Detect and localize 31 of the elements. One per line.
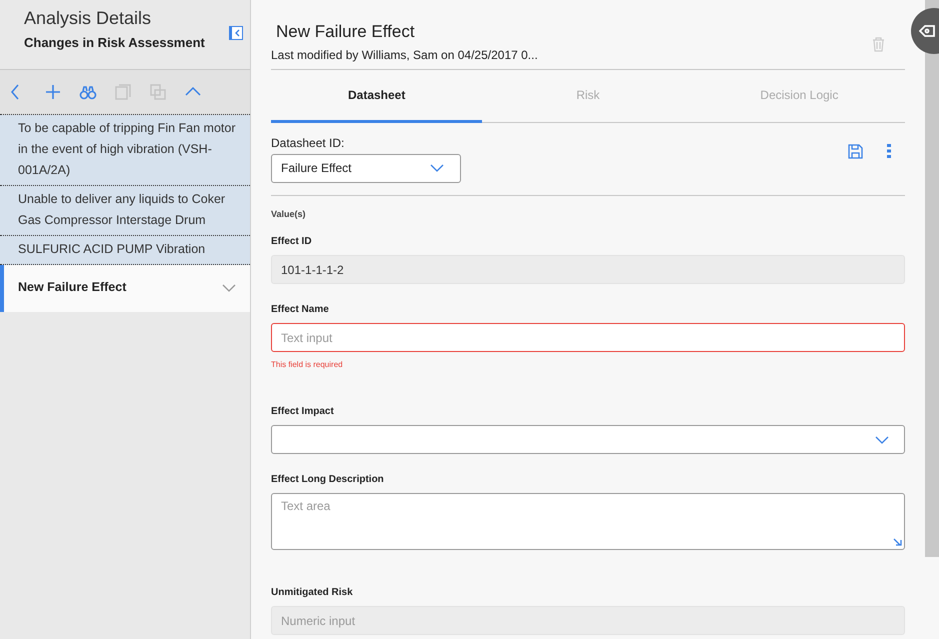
list-item[interactable]: Unable to deliver any liquids to Coker Gas Compressor Interstage Drum [0, 186, 250, 236]
datasheet-dropdown[interactable]: Failure Effect [271, 154, 461, 182]
field-label: Unmitigated Risk [271, 587, 354, 598]
error-message: This field is required [271, 360, 344, 369]
chevron-down-icon [222, 284, 236, 292]
save-icon[interactable] [848, 144, 863, 158]
binoculars-icon[interactable] [79, 83, 97, 101]
record-title: New Failure Effect [276, 22, 416, 42]
field-label: Effect Impact [271, 406, 335, 417]
modified-info: Last modified by Williams, Sam on 04/25/2017 0... [271, 48, 539, 62]
dropdown-field[interactable] [271, 425, 905, 454]
field-label: Datasheet ID: [271, 136, 346, 150]
collapse-panel-button[interactable] [229, 26, 243, 40]
panel-title: Analysis Details [24, 8, 152, 29]
add-icon[interactable] [44, 83, 62, 101]
chevron-down-icon [430, 164, 444, 172]
chevron-left-icon [234, 29, 240, 37]
delete-icon[interactable] [872, 37, 885, 52]
field-label: Effect Long Description [271, 474, 385, 485]
panel-subtitle: Changes in Risk Assessment [24, 35, 205, 50]
scrollbar[interactable] [925, 0, 939, 557]
list-item[interactable]: SULFURIC ACID PUMP Vibration [0, 236, 250, 265]
tab[interactable]: Datasheet [271, 70, 482, 123]
list-item[interactable]: To be capable of tripping Fin Fan motor in the event of high vibration (VSH-001A/2A) [0, 115, 250, 186]
list-item[interactable]: New Failure Effect [0, 265, 250, 312]
resize-icon [893, 538, 902, 547]
more-icon[interactable] [887, 144, 891, 158]
field-label: Effect ID [271, 236, 313, 247]
field-label: Effect Name [271, 304, 330, 315]
chevron-down-icon [875, 436, 889, 444]
section-heading: Value(s) [271, 209, 307, 219]
